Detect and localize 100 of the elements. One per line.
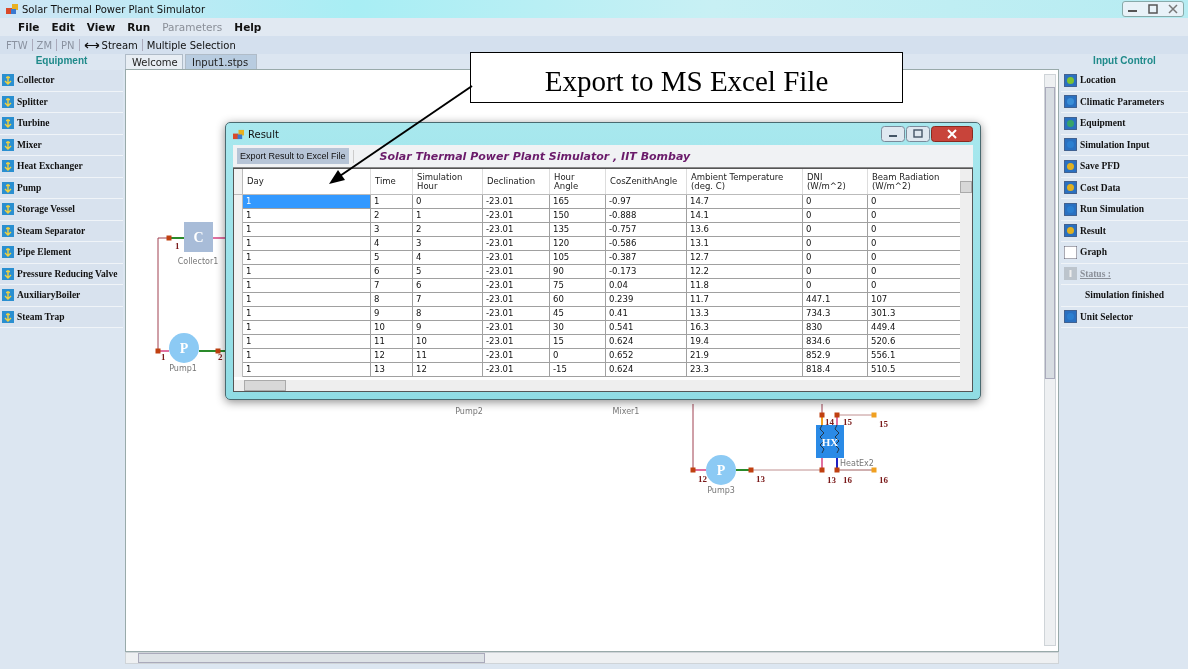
tool-icon [1064,181,1077,195]
menu-item[interactable]: Run [127,21,151,33]
tool-icon [1064,73,1077,87]
tool-icon [1064,224,1077,238]
table-cell: 1 [243,265,371,279]
toolbar-button[interactable]: Multiple Selection [142,39,240,51]
vertical-scrollbar[interactable] [1044,74,1056,646]
minimize-icon[interactable] [881,126,905,142]
window-controls[interactable] [1122,1,1184,17]
anchor-icon [2,181,14,194]
callout-box: Export to MS Excel File [470,52,903,103]
tool-icon [1064,95,1077,109]
stream-button[interactable]: Stream [79,39,142,51]
column-header[interactable]: Time [371,169,413,194]
document-tab[interactable]: Welcome [125,54,183,69]
table-cell: -23.01 [483,209,550,223]
port-number: 1 [175,241,180,251]
table-cell: 1 [243,335,371,349]
palette-item[interactable]: Storage Vessel [0,199,123,221]
horizontal-scrollbar[interactable] [125,652,1059,664]
table-cell: 4 [413,251,483,265]
menu-item[interactable]: Help [234,21,262,33]
table-cell: 0.04 [606,279,687,293]
table-cell: 8 [371,293,413,307]
port-marker[interactable] [748,467,754,473]
port-marker[interactable] [871,467,877,473]
document-tab[interactable]: Input1.stps [185,54,257,69]
column-header[interactable]: CosZenithAngle [606,169,687,194]
port-marker[interactable] [690,467,696,473]
table-cell: 0.541 [606,321,687,335]
table-cell: 11.7 [687,293,803,307]
port-marker[interactable] [819,412,825,418]
palette-item[interactable]: Collector [0,70,123,92]
node-label: Pump2 [455,407,483,416]
palette-item[interactable]: Pipe Element [0,242,123,264]
corner-header[interactable] [234,169,243,194]
palette-item[interactable]: Pump [0,177,123,199]
table-cell: 11.8 [687,279,803,293]
table-cell: 60 [550,293,606,307]
port-marker[interactable] [166,235,172,241]
anchor-icon [2,138,14,151]
node-label: Collector1 [177,257,219,266]
port-marker[interactable] [834,467,840,473]
port-number: 14 [825,417,834,427]
palette-item[interactable]: Mixer [0,134,123,156]
palette-item[interactable]: Steam Trap [0,306,123,328]
table-cell: 6 [371,265,413,279]
maximize-icon[interactable] [906,126,930,142]
table-cell: 23.3 [687,363,803,377]
port-number: 1 [161,352,166,362]
row-header[interactable] [234,195,243,209]
port-marker[interactable] [155,348,161,354]
column-header[interactable]: Declination [483,169,550,194]
palette-item[interactable]: Turbine [0,113,123,135]
anchor-icon [2,310,14,323]
port-marker[interactable] [215,348,221,354]
port-marker[interactable] [819,467,825,473]
tool-icon [1064,159,1077,173]
menu-item[interactable]: File [18,21,40,33]
table-cell: 12.2 [687,265,803,279]
table-cell: 1 [243,293,371,307]
palette-item[interactable]: Steam Separator [0,220,123,242]
app-banner: Solar Thermal Power Plant Simulator , IIT Bombay [352,149,691,163]
node-label: HeatEx2 [840,459,874,468]
menu-item[interactable]: View [86,21,116,33]
column-header[interactable]: Hour Angle [550,169,606,194]
column-header[interactable]: Ambient Temperature (deg. C) [687,169,803,194]
port-number: 15 [879,419,888,429]
horizontal-scrollbar[interactable] [234,380,972,391]
export-button[interactable]: Export Result to Excel File [237,148,349,164]
table-cell: 830 [803,321,868,335]
tool-icon [1064,138,1077,152]
port-marker[interactable] [871,412,877,418]
column-header[interactable]: DNI (W/m^2) [803,169,868,194]
tool-icon [1064,202,1077,216]
panel-title: Equipment [34,54,89,68]
port-marker[interactable] [834,412,840,418]
palette-item[interactable]: Pressure Reducing Valve [0,263,123,285]
app-icon [233,128,244,140]
anchor-icon [2,289,14,302]
table-cell: 14.7 [687,195,803,209]
palette-item[interactable]: Heat Exchanger [0,156,123,178]
table-cell: -23.01 [483,363,550,377]
vertical-scrollbar[interactable] [960,169,972,381]
table-cell: 0 [803,209,868,223]
menu-item[interactable]: Edit [51,21,75,33]
table-cell: -23.01 [483,279,550,293]
table-cell: 1 [413,209,483,223]
palette-item[interactable]: AuxiliaryBoiler [0,285,123,307]
tool-icon [1064,116,1077,130]
table-cell: 1 [243,363,371,377]
table-cell: -15 [550,363,606,377]
palette-item[interactable]: Splitter [0,91,123,113]
table-cell: 3 [413,237,483,251]
table-cell: 0.41 [606,307,687,321]
close-icon[interactable] [931,126,973,142]
column-header[interactable]: Simulation Hour [413,169,483,194]
row-header[interactable] [234,363,243,377]
table-cell: 21.9 [687,349,803,363]
stream-line [198,350,228,352]
